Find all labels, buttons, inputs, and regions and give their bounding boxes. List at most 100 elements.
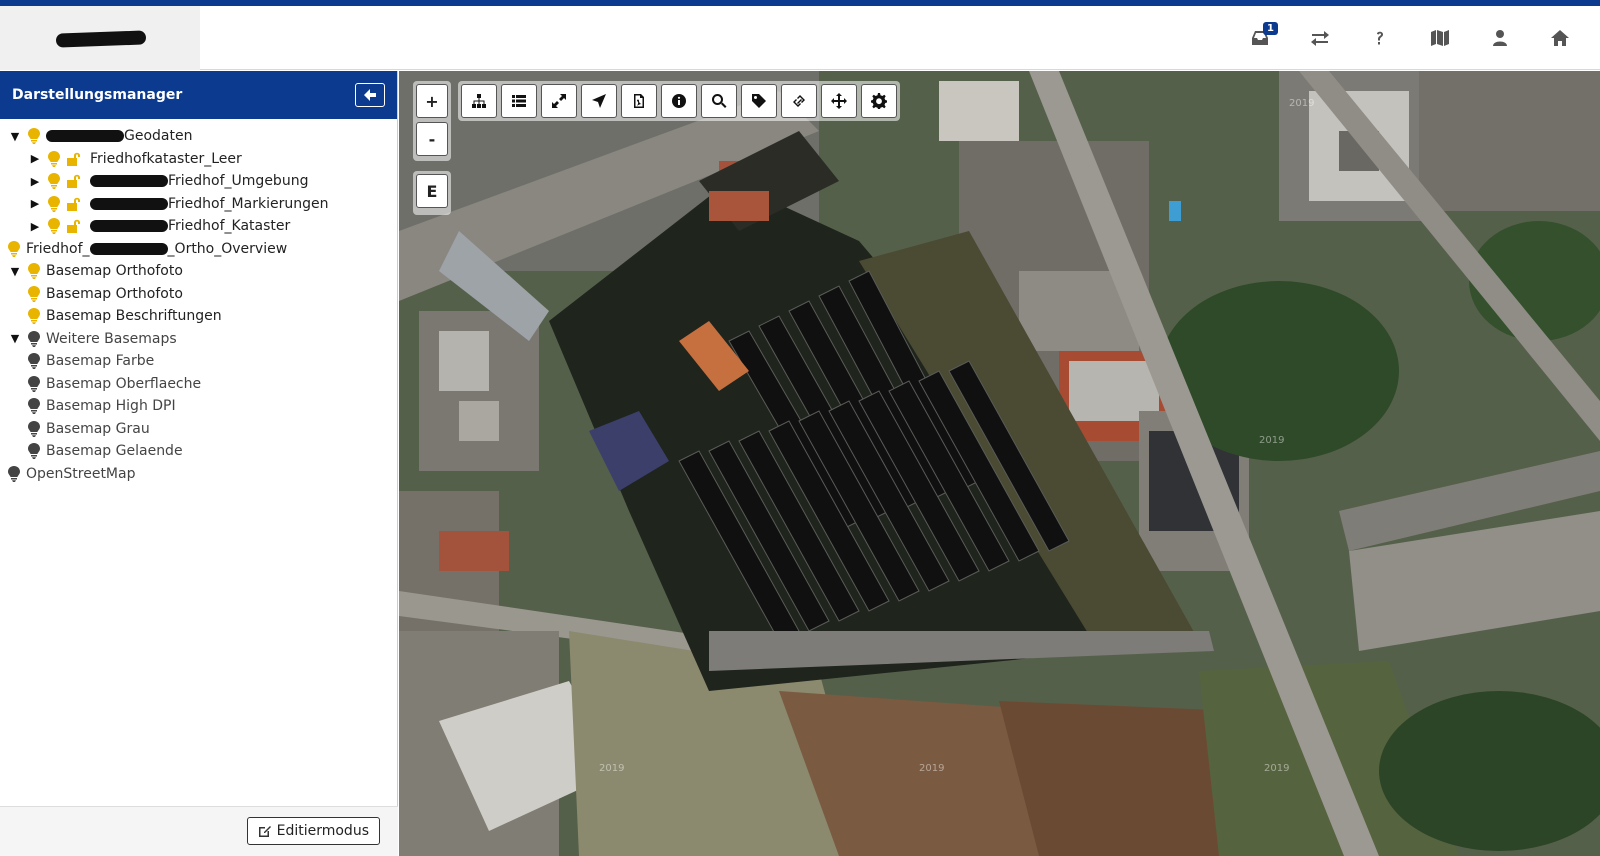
caret-right-icon[interactable]: ▶	[28, 175, 42, 188]
imagery-year-watermark: 2019	[1264, 763, 1289, 774]
lightbulb-off-icon[interactable]	[28, 353, 40, 370]
lightbulb-on-icon[interactable]	[48, 218, 60, 235]
layer-manager-panel: Darstellungsmanager ▼ Geodaten ▶ Friedho…	[0, 71, 398, 856]
unlock-icon[interactable]	[66, 152, 82, 166]
lightbulb-off-icon[interactable]	[28, 420, 40, 437]
panel-title: Darstellungsmanager	[12, 87, 183, 103]
edit-mode-button[interactable]: Editiermodus	[246, 817, 380, 845]
arrow-left-icon	[364, 89, 376, 101]
unlock-icon[interactable]	[66, 219, 82, 234]
tree-row-ortho-overview[interactable]: Friedhof_ _Ortho_Overview	[0, 238, 397, 261]
tree-row-friedhof-kataster[interactable]: ▶ Friedhof_Kataster	[0, 215, 397, 238]
zoom-control: + -	[413, 81, 451, 161]
help-button[interactable]	[1350, 18, 1410, 58]
tree-row-friedhofkataster-leer[interactable]: ▶ Friedhofkataster_Leer	[0, 148, 397, 171]
layer-label: Basemap Farbe	[46, 353, 155, 370]
redacted-text	[90, 220, 168, 233]
share-link-button[interactable]	[781, 84, 817, 118]
tree-row-geodaten[interactable]: ▼ Geodaten	[0, 125, 397, 148]
lightbulb-off-icon[interactable]	[28, 443, 40, 460]
tree-row-basemap-farbe[interactable]: Basemap Farbe	[0, 350, 397, 373]
lightbulb-off-icon[interactable]	[28, 398, 40, 415]
tree-row-basemap-oberflaeche[interactable]: Basemap Oberflaeche	[0, 373, 397, 396]
layer-label: Weitere Basemaps	[46, 330, 177, 347]
layer-label-prefix: Friedhof_	[26, 240, 90, 257]
zoom-in-button[interactable]: +	[416, 84, 448, 118]
list-icon	[512, 95, 526, 107]
settings-button[interactable]	[861, 84, 897, 118]
unlock-icon[interactable]	[66, 174, 82, 189]
lightbulb-on-icon[interactable]	[28, 308, 40, 325]
tree-row-basemap-beschriftungen[interactable]: Basemap Beschriftungen	[0, 305, 397, 328]
layer-label: Friedhof_Kataster	[168, 218, 291, 235]
redacted-logo	[55, 30, 147, 48]
tree-row-basemap-grau[interactable]: Basemap Grau	[0, 418, 397, 441]
full-extent-button[interactable]: E	[416, 174, 448, 208]
lightbulb-off-icon[interactable]	[8, 465, 20, 482]
tree-row-basemap-orthofoto[interactable]: Basemap Orthofoto	[0, 283, 397, 306]
tree-row-friedhof-markierungen[interactable]: ▶ Friedhof_Markierungen	[0, 193, 397, 216]
layer-tree-button[interactable]	[461, 84, 497, 118]
lightbulb-on-icon[interactable]	[28, 263, 40, 280]
navigate-button[interactable]	[581, 84, 617, 118]
layer-label: Basemap Oberflaeche	[46, 375, 202, 392]
fullscreen-button[interactable]	[541, 84, 577, 118]
edit-mode-label: Editiermodus	[276, 823, 369, 839]
notification-badge: 1	[1263, 22, 1278, 35]
caret-right-icon[interactable]: ▶	[28, 197, 42, 210]
caret-right-icon[interactable]: ▶	[28, 220, 42, 233]
layer-label: Basemap Orthofoto	[46, 263, 183, 280]
caret-right-icon[interactable]: ▶	[28, 152, 42, 165]
map-toolbar	[458, 81, 900, 121]
layer-label: OpenStreetMap	[26, 465, 136, 482]
info-button[interactable]	[661, 84, 697, 118]
redacted-text	[46, 130, 124, 143]
layer-tree: ▼ Geodaten ▶ Friedhofkataster_Leer ▶ Fri…	[0, 119, 397, 485]
tree-row-basemap-gelaende[interactable]: Basemap Gelaende	[0, 440, 397, 463]
panel-header: Darstellungsmanager	[0, 71, 397, 119]
lightbulb-on-icon[interactable]	[28, 285, 40, 302]
tag-button[interactable]	[741, 84, 777, 118]
home-icon	[1551, 30, 1569, 46]
map-view[interactable]: 2019 2019 2019 2019 2019 + - E	[399, 71, 1600, 856]
zoom-out-button[interactable]: -	[416, 122, 448, 156]
header-toolbar: 1	[1230, 6, 1590, 70]
lightbulb-off-icon[interactable]	[28, 330, 40, 347]
layer-label: Friedhofkataster_Leer	[90, 150, 242, 167]
tree-row-openstreetmap[interactable]: OpenStreetMap	[0, 463, 397, 486]
tree-row-basemap-orthofoto-group[interactable]: ▼ Basemap Orthofoto	[0, 260, 397, 283]
lightbulb-on-icon[interactable]	[28, 128, 40, 145]
lightbulb-on-icon[interactable]	[48, 150, 60, 167]
tree-row-weitere-basemaps[interactable]: ▼ Weitere Basemaps	[0, 328, 397, 351]
layer-label: Basemap Gelaende	[46, 443, 183, 460]
tree-row-friedhof-umgebung[interactable]: ▶ Friedhof_Umgebung	[0, 170, 397, 193]
user-button[interactable]	[1470, 18, 1530, 58]
layer-label: Geodaten	[124, 128, 193, 145]
imagery-year-watermark: 2019	[599, 763, 624, 774]
expand-icon	[552, 94, 566, 108]
layer-label: Friedhof_Umgebung	[168, 173, 309, 190]
search-button[interactable]	[701, 84, 737, 118]
layer-label: Basemap Beschriftungen	[46, 308, 222, 325]
lightbulb-on-icon[interactable]	[8, 240, 20, 257]
home-button[interactable]	[1530, 18, 1590, 58]
caret-down-icon[interactable]: ▼	[8, 130, 22, 143]
imagery-year-watermark: 2019	[1259, 435, 1284, 446]
exchange-button[interactable]	[1290, 18, 1350, 58]
inbox-button[interactable]: 1	[1230, 18, 1290, 58]
navigate-icon	[592, 94, 606, 108]
caret-down-icon[interactable]: ▼	[8, 332, 22, 345]
caret-down-icon[interactable]: ▼	[8, 265, 22, 278]
pdf-export-button[interactable]	[621, 84, 657, 118]
lightbulb-on-icon[interactable]	[48, 195, 60, 212]
redacted-text	[90, 175, 168, 188]
collapse-panel-button[interactable]	[355, 83, 385, 107]
lightbulb-on-icon[interactable]	[48, 173, 60, 190]
lightbulb-off-icon[interactable]	[28, 375, 40, 392]
tree-row-basemap-high-dpi[interactable]: Basemap High DPI	[0, 395, 397, 418]
pan-button[interactable]	[821, 84, 857, 118]
map-button[interactable]	[1410, 18, 1470, 58]
search-icon	[712, 94, 727, 108]
legend-list-button[interactable]	[501, 84, 537, 118]
unlock-icon[interactable]	[66, 197, 82, 211]
